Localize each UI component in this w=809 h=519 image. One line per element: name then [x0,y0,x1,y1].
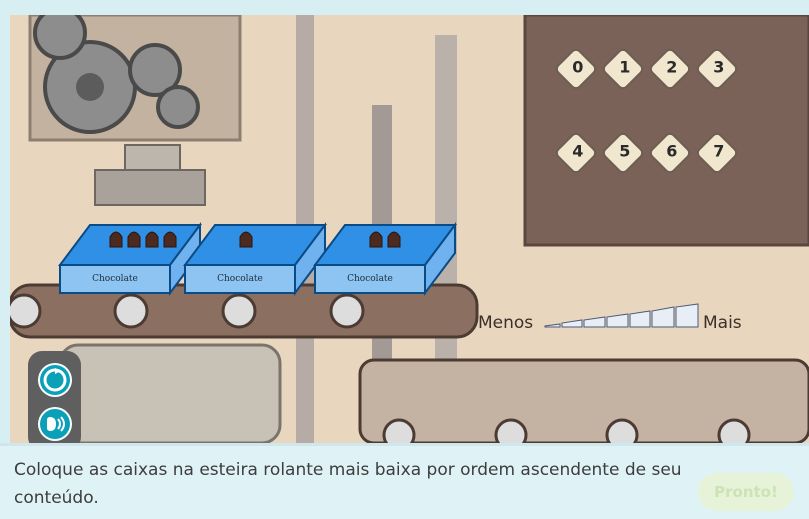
scale-step [629,310,651,328]
reset-button[interactable] [38,363,72,397]
box-label: Chocolate [347,274,393,284]
scale-step [651,306,675,328]
chocolate-item [109,231,123,248]
roller-icon [382,418,416,443]
scale-step [675,303,699,328]
chocolate-item [127,231,141,248]
ready-button[interactable]: Pronto! [698,473,794,511]
gear-icon [76,73,104,101]
box-label: Chocolate [92,274,138,284]
tag-label: 2 [666,57,678,77]
tag-label: 5 [619,141,631,161]
box-label: Chocolate [217,274,263,284]
instruction-bar: Coloque as caixas na esteira rolante mai… [0,443,809,519]
factory-scene: Chocolate Chocolate Chocolate 0 1 2 3 4 … [10,15,809,443]
gear-icon [156,85,200,129]
tag-label: 6 [666,141,678,161]
dispenser-top [124,144,181,171]
chocolate-item [387,231,401,248]
side-controls [28,351,81,443]
tag-label: 4 [572,141,584,161]
chocolate-item [163,231,177,248]
dispenser-base [94,169,206,206]
tag-label: 0 [572,57,584,77]
instruction-text: Coloque as caixas na esteira rolante mai… [14,460,682,508]
roller-icon [494,418,528,443]
audio-button[interactable] [38,407,72,441]
chocolate-item [145,231,159,248]
chocolate-item [369,231,383,248]
scene-svg: Chocolate Chocolate Chocolate [10,15,809,443]
tag-label: 3 [713,57,725,77]
tag-label: 1 [619,57,631,77]
game-frame: Chocolate Chocolate Chocolate 0 1 2 3 4 … [0,0,809,519]
reset-icon [43,368,67,392]
roller-icon [10,293,42,329]
roller-icon [113,293,149,329]
scale-less-label: Menos [478,313,534,333]
roller-icon [221,293,257,329]
machine-base [58,343,282,443]
scale-more-label: Mais [703,313,742,333]
roller-icon [329,293,365,329]
chocolate-item [239,231,253,248]
roller-icon [605,418,639,443]
tag-label: 7 [713,141,725,161]
audio-icon [47,416,65,432]
gear-icon [33,15,87,60]
roller-icon [717,418,751,443]
